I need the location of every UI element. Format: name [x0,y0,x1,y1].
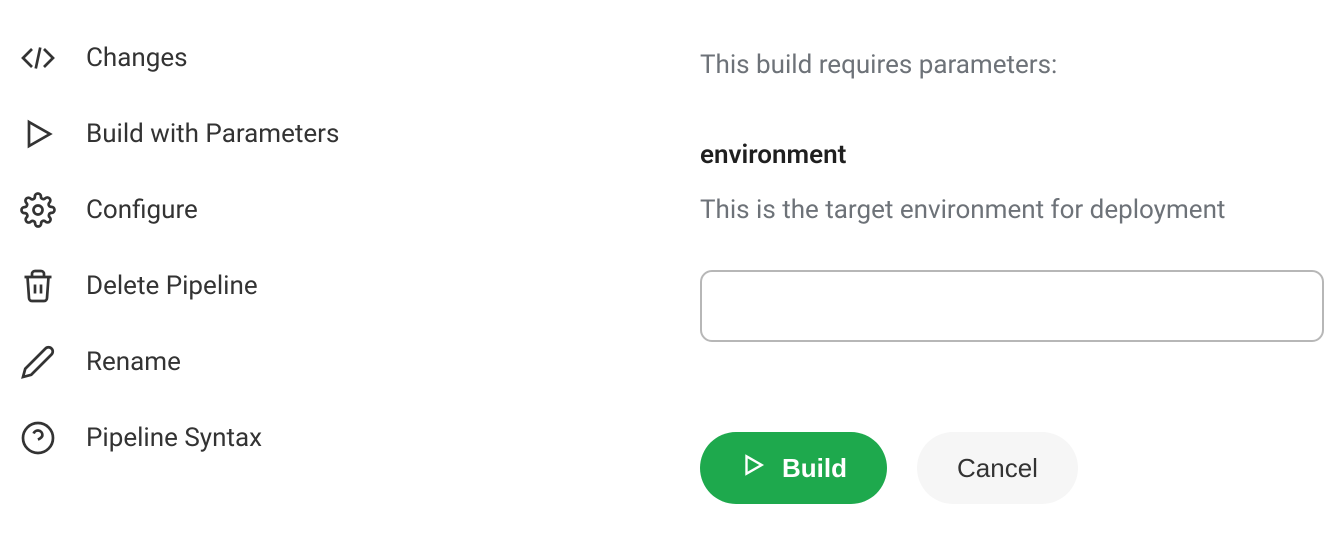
code-icon [20,40,56,76]
pencil-icon [20,344,56,380]
environment-input[interactable] [700,270,1324,342]
gear-icon [20,192,56,228]
sidebar-item-label: Pipeline Syntax [86,423,262,453]
sidebar-item-delete-pipeline[interactable]: Delete Pipeline [0,248,450,324]
sidebar-item-label: Changes [86,43,188,73]
main-content: This build requires parameters: environm… [450,0,1324,552]
sidebar-item-rename[interactable]: Rename [0,324,450,400]
cancel-button-label: Cancel [957,453,1038,484]
sidebar-item-label: Rename [86,347,181,377]
play-icon [20,116,56,152]
play-icon [740,452,766,485]
cancel-button[interactable]: Cancel [917,432,1078,504]
help-icon [20,420,56,456]
button-row: Build Cancel [700,432,1324,504]
param-description: This is the target environment for deplo… [700,195,1324,225]
sidebar-item-configure[interactable]: Configure [0,172,450,248]
build-button[interactable]: Build [700,432,887,504]
param-name: environment [700,140,1324,170]
sidebar-item-label: Configure [86,195,198,225]
sidebar-item-label: Build with Parameters [86,119,339,149]
sidebar-item-label: Delete Pipeline [86,271,258,301]
intro-text: This build requires parameters: [700,50,1324,80]
sidebar-item-changes[interactable]: Changes [0,20,450,96]
sidebar-item-build-with-parameters[interactable]: Build with Parameters [0,96,450,172]
trash-icon [20,268,56,304]
sidebar-item-pipeline-syntax[interactable]: Pipeline Syntax [0,400,450,476]
sidebar: Changes Build with Parameters Configure … [0,0,450,552]
build-button-label: Build [782,453,847,484]
